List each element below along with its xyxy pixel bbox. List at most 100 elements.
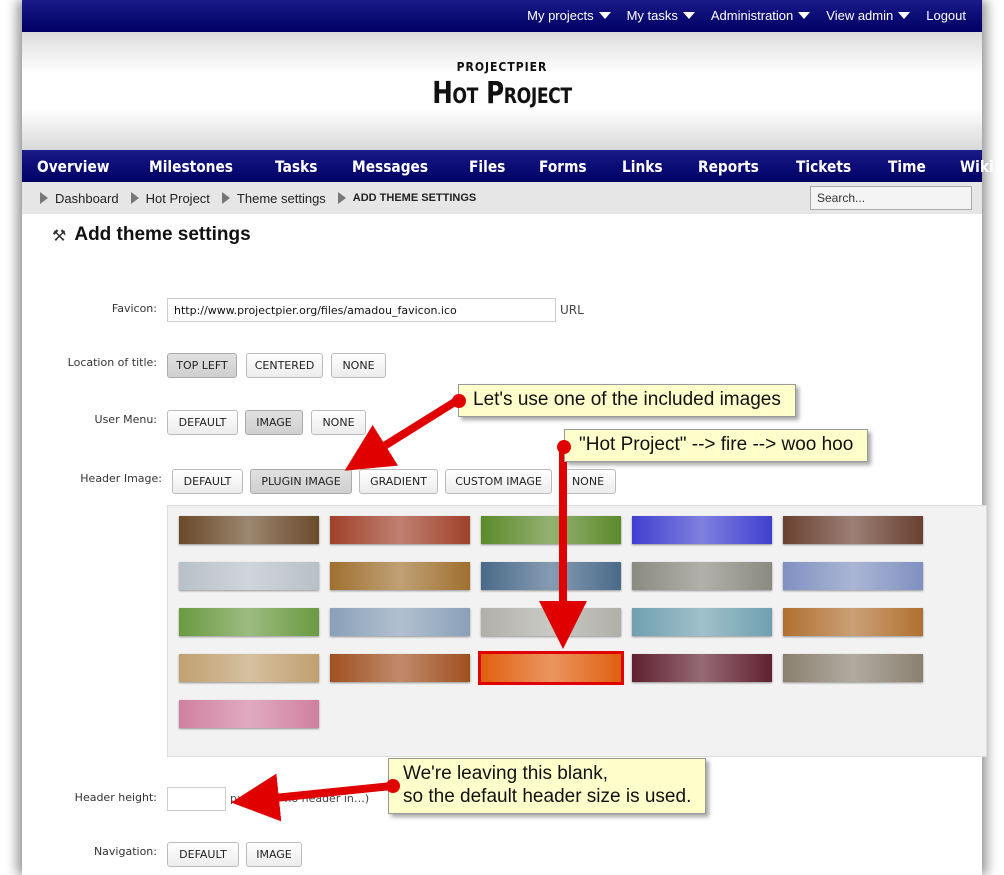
breadcrumb-label: Hot Project — [145, 190, 210, 206]
favicon-field[interactable]: http://www.projectpier.org/files/amadou_… — [167, 298, 556, 322]
triangle-right-icon — [337, 192, 346, 204]
user-menu-default-button[interactable]: DEFAULT — [167, 410, 238, 435]
breadcrumb-label: Theme settings — [236, 190, 326, 206]
breadcrumb-theme-settings[interactable]: Theme settings — [221, 190, 326, 206]
tab-time[interactable]: Time — [888, 157, 926, 176]
tab-files[interactable]: Files — [469, 157, 505, 176]
menu-view-admin[interactable]: View admin — [826, 8, 911, 23]
navigation-image-button[interactable]: IMAGE — [246, 842, 302, 867]
header-image-thumb[interactable] — [179, 700, 319, 728]
title-none-button[interactable]: NONE — [331, 353, 386, 378]
tab-forms[interactable]: Forms — [539, 157, 587, 176]
callout-text: so the default header size is used. — [403, 785, 692, 807]
callout-dot — [386, 779, 400, 793]
breadcrumb-label: Dashboard — [55, 190, 119, 206]
breadcrumb: Dashboard Hot Project Theme settings ADD… — [22, 182, 982, 214]
header-image-thumb[interactable] — [179, 608, 319, 636]
header-image-thumb[interactable] — [330, 608, 470, 636]
header-height-input[interactable] — [167, 787, 226, 811]
header-image-thumb[interactable] — [481, 608, 621, 636]
project-nav: Overview Milestones Tasks Messages Files… — [22, 150, 994, 182]
header-image-thumb[interactable] — [330, 516, 470, 544]
tab-tasks[interactable]: Tasks — [275, 157, 317, 176]
url-suffix: URL — [560, 303, 584, 317]
project-name[interactable]: Hot Project — [108, 76, 895, 111]
triangle-right-icon — [130, 192, 139, 204]
menu-my-projects[interactable]: My projects — [527, 8, 611, 23]
header-height-hint: px (… for no header in…) — [230, 792, 370, 805]
callout-fire: "Hot Project" --> fire --> woo hoo — [564, 429, 869, 462]
user-menu-label: User Menu: — [94, 413, 157, 426]
header-image-thumb[interactable] — [632, 654, 772, 682]
tab-reports[interactable]: Reports — [698, 157, 759, 176]
page-title: ⚒ Add theme settings — [52, 224, 251, 246]
breadcrumb-current: ADD THEME SETTINGS — [337, 192, 477, 204]
menu-label: My projects — [527, 8, 594, 23]
chevron-down-icon — [798, 12, 811, 19]
menu-administration[interactable]: Administration — [711, 8, 811, 23]
user-menu-image-button[interactable]: IMAGE — [245, 410, 303, 435]
callout-text: Let's use one of the included images — [473, 389, 781, 410]
header-plugin-image-button[interactable]: PLUGIN IMAGE — [250, 469, 352, 494]
callout-text: "Hot Project" --> fire --> woo hoo — [579, 434, 854, 455]
logout-link[interactable]: Logout — [926, 8, 966, 23]
header-image-thumb[interactable] — [632, 562, 772, 590]
breadcrumb-label: ADD THEME SETTINGS — [352, 192, 477, 204]
header-image-thumb[interactable] — [783, 608, 923, 636]
header-image-thumb[interactable] — [481, 516, 621, 544]
header-default-button[interactable]: DEFAULT — [172, 469, 243, 494]
callout-included-images: Let's use one of the included images — [458, 384, 796, 417]
title-top-left-button[interactable]: TOP LEFT — [167, 353, 237, 378]
triangle-right-icon — [40, 192, 48, 204]
chevron-down-icon — [598, 12, 611, 19]
tab-wiki[interactable]: Wiki — [960, 157, 994, 176]
chevron-down-icon — [898, 12, 911, 19]
header-image-thumb[interactable] — [783, 654, 923, 682]
header-height-label: Header height: — [74, 791, 157, 804]
site-header: PROJECTPIER Hot Project — [22, 32, 982, 150]
callout-text: We're leaving this blank, — [403, 763, 608, 784]
header-image-thumb[interactable] — [632, 608, 772, 636]
header-gradient-button[interactable]: GRADIENT — [359, 469, 438, 494]
tab-tickets[interactable]: Tickets — [796, 157, 851, 176]
tools-icon: ⚒ — [52, 225, 67, 245]
tab-messages[interactable]: Messages — [352, 157, 428, 176]
header-custom-image-button[interactable]: CUSTOM IMAGE — [445, 469, 552, 494]
navigation-label: Navigation: — [93, 845, 157, 858]
header-image-thumb[interactable] — [481, 562, 621, 590]
triangle-right-icon — [221, 192, 230, 204]
header-image-label: Header Image: — [80, 472, 162, 485]
header-image-thumb[interactable] — [783, 562, 923, 590]
app-name: PROJECTPIER — [456, 60, 548, 74]
header-image-thumb[interactable] — [330, 562, 470, 590]
breadcrumb-project[interactable]: Hot Project — [130, 190, 210, 206]
callout-dot — [557, 440, 571, 454]
tab-milestones[interactable]: Milestones — [149, 157, 233, 176]
user-menu: My projects My tasks Administration View… — [511, 8, 966, 23]
tab-overview[interactable]: Overview — [37, 157, 110, 176]
header-image-thumb[interactable] — [330, 654, 470, 682]
breadcrumb-dashboard[interactable]: Dashboard — [40, 191, 119, 206]
title-location-label: Location of title: — [67, 356, 157, 369]
tab-links[interactable]: Links — [622, 157, 663, 176]
callout-header-height: We're leaving this blank, so the default… — [388, 758, 707, 814]
header-none-button[interactable]: NONE — [560, 469, 616, 494]
title-centered-button[interactable]: CENTERED — [246, 353, 323, 378]
header-image-thumb[interactable] — [783, 516, 923, 544]
header-image-thumb[interactable] — [478, 651, 624, 685]
header-image-thumb[interactable] — [179, 654, 319, 682]
header-image-thumb[interactable] — [632, 516, 772, 544]
callout-dot — [452, 394, 466, 408]
favicon-label: Favicon: — [111, 302, 157, 315]
header-image-thumb[interactable] — [179, 516, 319, 544]
menu-label: My tasks — [626, 8, 678, 23]
search-input[interactable]: Search... — [810, 186, 972, 210]
menu-label: View admin — [826, 8, 894, 23]
menu-my-tasks[interactable]: My tasks — [627, 8, 695, 23]
header-image-thumb[interactable] — [179, 562, 319, 590]
page-title-text: Add theme settings — [74, 224, 251, 245]
top-bar: My projects My tasks Administration View… — [22, 0, 982, 32]
navigation-default-button[interactable]: DEFAULT — [167, 842, 239, 867]
user-menu-none-button[interactable]: NONE — [311, 410, 366, 435]
menu-label: Logout — [926, 8, 966, 23]
